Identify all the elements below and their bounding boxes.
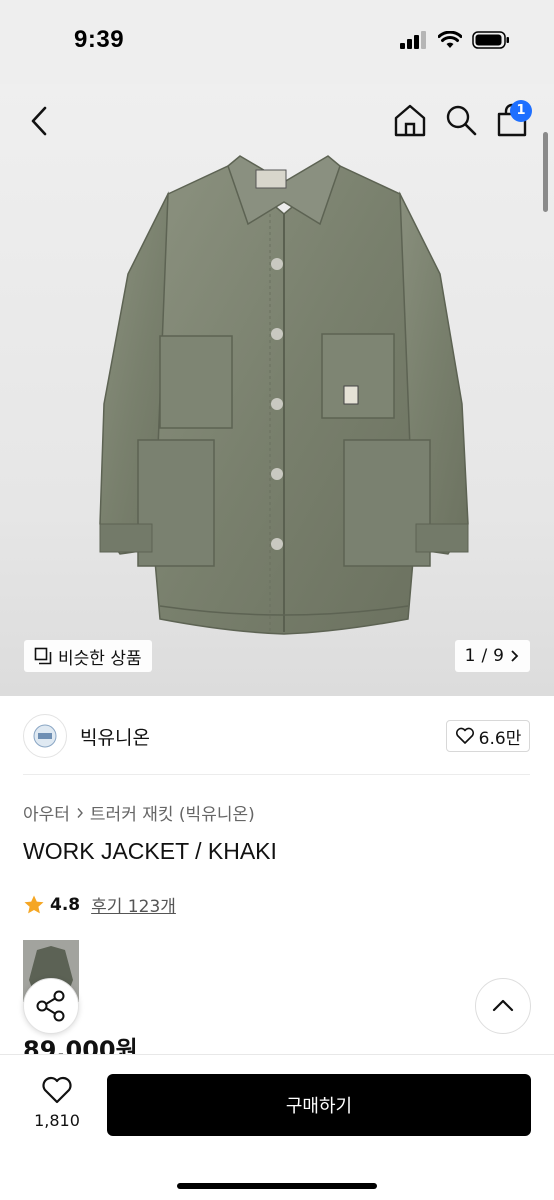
similar-icon bbox=[34, 647, 52, 665]
review-link[interactable]: 후기 123개 bbox=[91, 892, 176, 917]
signal-icon bbox=[400, 31, 426, 49]
page-total: 9 bbox=[493, 646, 504, 666]
breadcrumb: 아우터 트러커 재킷 (빅유니온) bbox=[23, 800, 255, 825]
chevron-right-icon bbox=[511, 650, 519, 662]
share-icon bbox=[36, 990, 65, 1022]
status-icons bbox=[400, 31, 510, 49]
page-current: 1 bbox=[464, 646, 476, 666]
scroll-top-button[interactable] bbox=[475, 978, 531, 1034]
similar-products-button[interactable]: 비슷한 상품 bbox=[24, 640, 152, 672]
similar-label: 비슷한 상품 bbox=[58, 648, 142, 669]
breadcrumb-subcategory[interactable]: 트러커 재킷 (빅유니온) bbox=[90, 800, 255, 825]
home-icon[interactable] bbox=[392, 102, 428, 138]
rating-row: 4.8 후기 123개 bbox=[23, 892, 176, 917]
wifi-icon bbox=[438, 31, 462, 48]
product-photo-jacket bbox=[99, 155, 469, 635]
product-title: WORK JACKET / KHAKI bbox=[23, 838, 277, 864]
scroll-indicator bbox=[543, 132, 548, 212]
search-icon[interactable] bbox=[444, 102, 478, 138]
product-image-carousel[interactable]: 1 비슷한 상품 1 / 9 bbox=[0, 84, 554, 696]
chevron-up-icon bbox=[492, 999, 514, 1012]
home-indicator bbox=[177, 1183, 377, 1189]
chevron-right-icon bbox=[77, 807, 83, 818]
image-page-indicator[interactable]: 1 / 9 bbox=[454, 640, 530, 672]
battery-icon bbox=[472, 31, 509, 49]
brand-like-button[interactable]: 6.6만 bbox=[446, 720, 530, 752]
cart-count-badge: 1 bbox=[510, 100, 532, 122]
heart-icon bbox=[42, 1076, 72, 1104]
breadcrumb-category[interactable]: 아우터 bbox=[23, 800, 70, 825]
brand-name[interactable]: 빅유니온 bbox=[80, 723, 150, 750]
brand-logo-emblem bbox=[33, 724, 57, 748]
brand-logo[interactable] bbox=[23, 714, 67, 758]
buy-button[interactable]: 구매하기 bbox=[107, 1074, 531, 1136]
back-icon[interactable] bbox=[26, 104, 54, 138]
brand-like-count: 6.6만 bbox=[478, 728, 522, 749]
page-separator: / bbox=[481, 646, 488, 666]
status-bar: 9:39 bbox=[0, 0, 554, 84]
rating-value: 4.8 bbox=[50, 894, 81, 915]
star-icon bbox=[24, 895, 44, 913]
wishlist-button[interactable]: 1,810 bbox=[30, 1075, 84, 1130]
divider bbox=[23, 774, 530, 775]
wishlist-count: 1,810 bbox=[34, 1111, 80, 1130]
product-price: 89,000원 bbox=[23, 1036, 138, 1056]
status-time: 9:39 bbox=[74, 26, 125, 53]
share-button[interactable] bbox=[23, 978, 79, 1034]
bottom-action-bar: 1,810 구매하기 bbox=[0, 1054, 554, 1200]
heart-icon bbox=[455, 727, 474, 744]
